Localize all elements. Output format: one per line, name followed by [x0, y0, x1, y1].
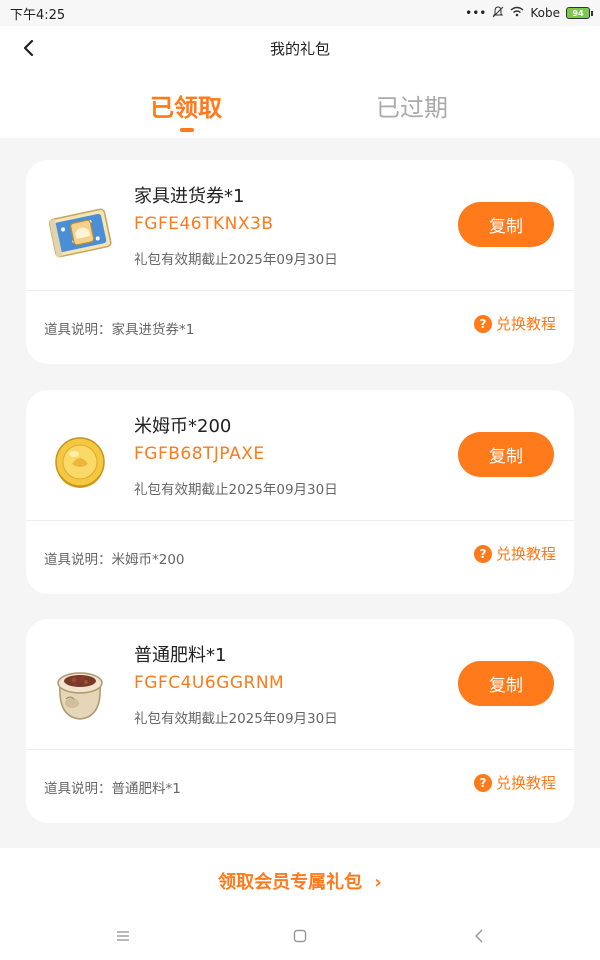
tab-bar: 已领取 已过期 [0, 84, 600, 138]
divider [26, 749, 574, 750]
page-title: 我的礼包 [269, 40, 330, 58]
vip-gift-label: 领取会员专属礼包 [218, 872, 363, 893]
divider [26, 290, 574, 291]
item-description: 道具说明：普通肥料*1 [44, 781, 181, 797]
tutorial-label: 兑换教程 [495, 545, 556, 563]
item-name: 米姆币*200 [134, 416, 232, 437]
copy-button[interactable]: 复制 [458, 661, 554, 706]
redeem-tutorial-link[interactable]: ? 兑换教程 [473, 772, 556, 793]
item-description: 道具说明：家具进货券*1 [44, 322, 195, 338]
fertilizer-bag-icon [44, 655, 116, 727]
gift-code: FGFE46TKNX3B [134, 214, 274, 234]
mute-bell-icon [492, 5, 504, 21]
back-nav-icon[interactable] [467, 924, 491, 948]
tutorial-label: 兑换教程 [495, 315, 556, 333]
copy-button[interactable]: 复制 [458, 202, 554, 247]
home-icon[interactable] [288, 924, 312, 948]
vip-gift-link[interactable]: 领取会员专属礼包 › [0, 868, 600, 894]
carrier-name: Kobe [530, 6, 560, 20]
redeem-tutorial-link[interactable]: ? 兑换教程 [473, 313, 556, 334]
tab-expired[interactable]: 已过期 [376, 88, 448, 123]
battery-level: 94 [572, 8, 584, 18]
wifi-icon [510, 6, 524, 20]
gift-card: 家具进货券*1 FGFE46TKNX3B 礼包有效期截止2025年09月30日 … [26, 160, 574, 364]
item-name: 家具进货券*1 [134, 186, 245, 207]
redeem-tutorial-link[interactable]: ? 兑换教程 [473, 543, 556, 564]
tab-indicator [180, 128, 194, 132]
item-name: 普通肥料*1 [134, 645, 227, 666]
more-dots-icon: ••• [465, 6, 487, 20]
tutorial-label: 兑换教程 [495, 774, 556, 792]
gift-code: FGFB68TJPAXE [134, 444, 265, 464]
furniture-voucher-icon [44, 196, 116, 268]
menu-icon[interactable] [111, 924, 135, 948]
expiry-text: 礼包有效期截止2025年09月30日 [134, 711, 338, 727]
system-nav-bar [0, 924, 600, 948]
status-icons: ••• Kobe 94 [465, 5, 593, 21]
status-time: 下午4:25 [10, 7, 66, 23]
header: 我的礼包 已领取 已过期 [0, 26, 600, 138]
gift-card: 米姆币*200 FGFB68TJPAXE 礼包有效期截止2025年09月30日 … [26, 390, 574, 594]
chevron-right-icon: › [374, 872, 382, 893]
footer: 领取会员专属礼包 › [0, 848, 600, 960]
question-icon: ? [473, 773, 492, 792]
status-bar: 下午4:25 ••• Kobe 94 [0, 0, 600, 26]
question-icon: ? [473, 314, 492, 333]
question-icon: ? [473, 544, 492, 563]
divider [26, 520, 574, 521]
gift-card: 普通肥料*1 FGFC4U6GGRNM 礼包有效期截止2025年09月30日 复… [26, 619, 574, 823]
coin-icon [44, 426, 116, 498]
expiry-text: 礼包有效期截止2025年09月30日 [134, 252, 338, 268]
battery-icon: 94 [566, 7, 593, 19]
expiry-text: 礼包有效期截止2025年09月30日 [134, 482, 338, 498]
item-description: 道具说明：米姆币*200 [44, 552, 185, 568]
tab-received[interactable]: 已领取 [150, 88, 222, 123]
gift-code: FGFC4U6GGRNM [134, 673, 285, 693]
copy-button[interactable]: 复制 [458, 432, 554, 477]
